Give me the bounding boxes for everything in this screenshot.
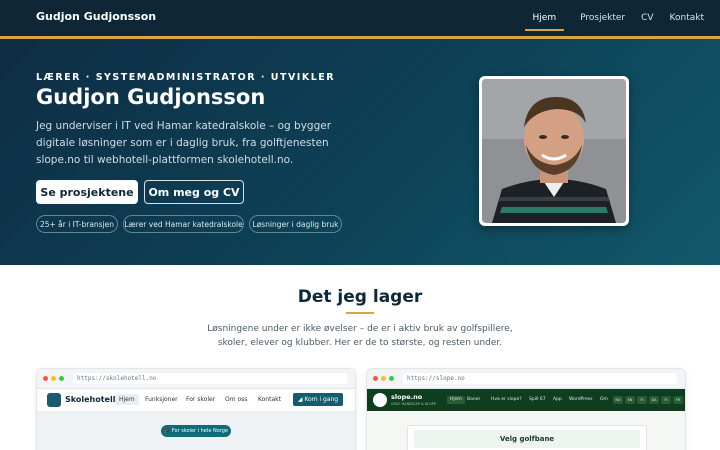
skolehotell-pill-label: For skoler i hele Norge: [171, 428, 229, 434]
slope-body: Velg golfbane: [367, 411, 685, 450]
lang-fi: FI: [637, 396, 647, 404]
lang-fi-2: FI: [661, 396, 671, 404]
window-close-dot: [43, 376, 48, 381]
slope-subtitle: GOLF HANDICAP & SLOPE: [391, 402, 436, 406]
nav-links: Hjem Prosjekter CV Kontakt: [509, 0, 704, 36]
about-cv-button[interactable]: Om meg og CV: [144, 180, 244, 204]
browser-chrome: https://skolehotell.no: [37, 369, 355, 389]
slope-nav-app: App: [553, 397, 562, 402]
hero-description: Jeg underviser i IT ved Hamar katedralsk…: [36, 120, 332, 166]
skolehotell-body: 🎓 For skoler i hele Norge: [37, 411, 355, 450]
nav-link-prosjekter[interactable]: Prosjekter: [580, 7, 625, 29]
section-description: Løsningene under er ikke øvelser – de er…: [207, 324, 513, 348]
window-close-dot: [373, 376, 378, 381]
brand-name[interactable]: Gudjon Gudjonsson: [36, 10, 156, 23]
window-minimize-dot: [51, 376, 56, 381]
chip-experience: 25+ år i IT-bransjen: [36, 215, 118, 233]
slope-nav-om: Om: [600, 397, 608, 402]
slope-nav-wordpress: WordPress: [569, 397, 593, 402]
slope-nav-baner: Baner: [467, 397, 481, 402]
skolehotell-nav-hjem: Hjem: [115, 394, 139, 405]
address-bar: https://skolehotell.no: [73, 373, 347, 384]
slope-header: slope.no GOLF HANDICAP & SLOPE Hjem Bane…: [367, 389, 685, 411]
project-card-slope[interactable]: https://slope.no slope.no GOLF HANDICAP …: [366, 368, 686, 450]
nav-link-cv[interactable]: CV: [641, 7, 653, 29]
skolehotell-name: Skolehotell: [65, 395, 116, 404]
section-title: Det jeg lager: [297, 287, 423, 307]
section-accent-rule: [346, 312, 374, 314]
skolehotell-nav-funksjoner: Funksjoner: [145, 396, 178, 403]
skolehotell-cta-label: Kom i gang: [304, 396, 339, 403]
skolehotell-pill: 🎓 For skoler i hele Norge: [161, 425, 231, 437]
hero-eyebrow: LÆRER · SYSTEMADMINISTRATOR · UTVIKLER: [36, 72, 336, 83]
slope-logo-icon: [373, 393, 387, 407]
lang-da: DA: [649, 396, 659, 404]
slope-course-box: Velg golfbane: [407, 425, 647, 450]
chip-solutions: Løsninger i daglig bruk: [249, 215, 342, 233]
see-projects-button[interactable]: Se prosjektene: [36, 180, 138, 204]
skolehotell-nav-kontakt: Kontakt: [258, 396, 281, 403]
lang-fr: FR: [673, 396, 683, 404]
slope-nav-hva-er-slope: Hva er slope?: [491, 397, 522, 402]
skolehotell-cta: ◢ Kom i gang: [293, 393, 343, 406]
skolehotell-nav-om-oss: Om oss: [225, 396, 248, 403]
slope-nav-spill67: Spill 67: [529, 397, 546, 402]
skolehotell-logo-icon: [47, 393, 61, 407]
top-navigation: Gudjon Gudjonsson Hjem Prosjekter CV Kon…: [0, 0, 720, 36]
hero-title: Gudjon Gudjonsson: [36, 85, 266, 109]
slope-nav-hjem: Hjem: [447, 395, 465, 404]
nav-link-hjem[interactable]: Hjem: [524, 7, 565, 31]
address-bar: https://slope.no: [403, 373, 677, 384]
slope-name: slope.no: [391, 393, 423, 401]
profile-photo: [479, 76, 629, 226]
skolehotell-nav-for-skoler: For skoler: [186, 396, 216, 403]
slope-course-title: Velg golfbane: [414, 430, 640, 448]
project-card-skolehotell[interactable]: https://skolehotell.no Skolehotell Hjem …: [36, 368, 356, 450]
window-minimize-dot: [381, 376, 386, 381]
profile-portrait-image: [482, 79, 626, 223]
lang-no: NO: [613, 396, 623, 404]
chip-teacher: Lærer ved Hamar katedralskole: [123, 215, 244, 233]
nav-link-kontakt[interactable]: Kontakt: [670, 7, 704, 29]
skolehotell-header: Skolehotell Hjem Funksjoner For skoler O…: [37, 389, 355, 411]
window-maximize-dot: [389, 376, 394, 381]
browser-chrome: https://slope.no: [367, 369, 685, 389]
window-maximize-dot: [59, 376, 64, 381]
lang-en: EN: [625, 396, 635, 404]
hero-section: LÆRER · SYSTEMADMINISTRATOR · UTVIKLER G…: [0, 39, 720, 265]
